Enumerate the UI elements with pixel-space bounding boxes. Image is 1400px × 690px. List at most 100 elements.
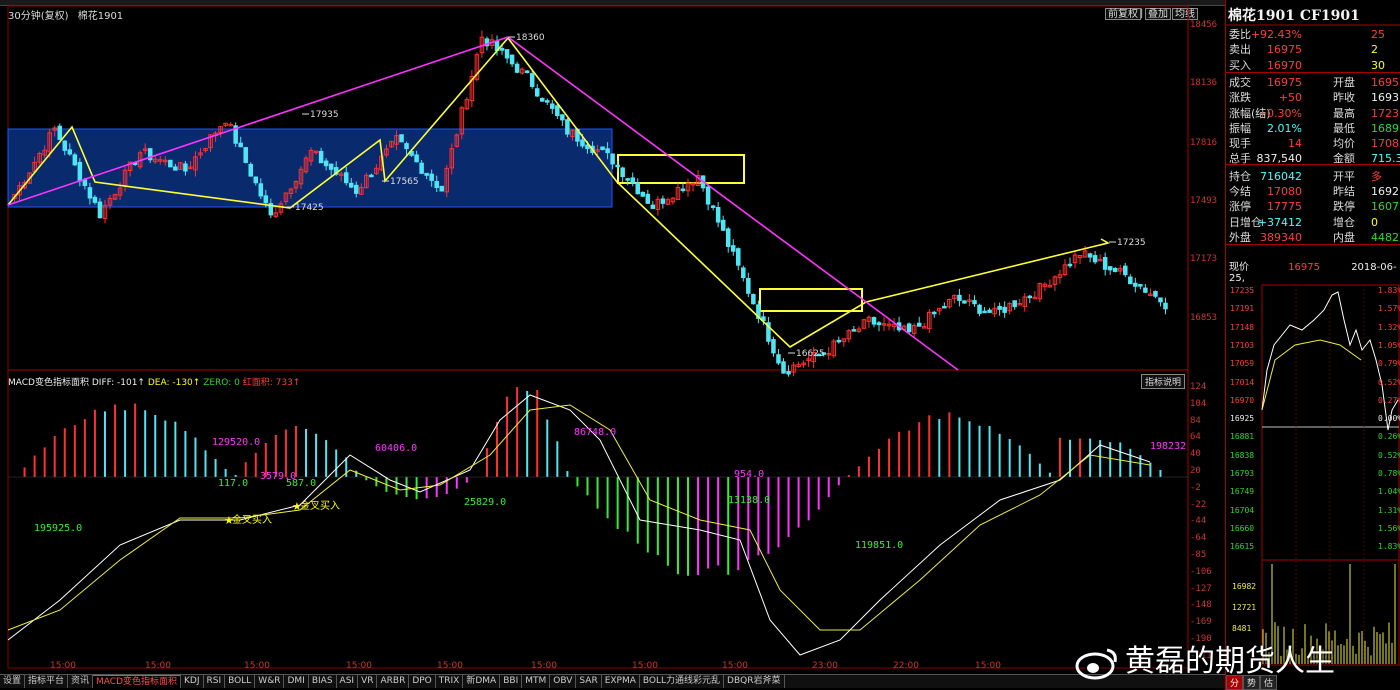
macd-axis-label: -106 [1190,566,1212,577]
price-axis-label: 18136 [1190,78,1218,88]
candle-body [524,70,530,74]
candle-body [349,182,354,188]
candle-body [786,370,791,375]
candle-body [57,125,63,140]
time-label: 15:00 [632,661,658,671]
candle-body [746,277,751,294]
candle-body [876,322,882,326]
candle-body [263,195,269,204]
candle-body [635,182,641,195]
indicator-tab[interactable]: RSI [204,675,226,688]
candle-body [1112,267,1118,272]
indicator-tab[interactable]: 新DMA [463,675,501,688]
indicator-tab[interactable]: DBQR岩斧菜 [724,675,785,688]
candle-body [1092,255,1098,263]
candle-body [580,139,585,147]
intraday-percent-label: 1.31% [1378,505,1400,515]
intraday-volume-label: 8481 [1232,624,1252,633]
candle-body [504,49,510,59]
indicator-tab[interactable]: OBV [550,675,577,688]
indicator-tab[interactable]: W&R [255,675,285,688]
candle-body [962,300,967,304]
candle-body [916,322,922,327]
intraday-price-label: 16660 [1230,523,1255,533]
indicator-tab[interactable]: 指标平台 [25,675,69,688]
intraday-price-label: 16925 [1230,414,1255,424]
time-label: 15:00 [722,661,748,671]
candle-body [1087,253,1093,258]
candle-body [600,146,605,151]
indicator-tab[interactable]: BOLL [225,675,256,688]
candle-body [650,204,656,209]
indicator-tab[interactable]: MACD变色指标面积 [93,675,182,688]
indicator-tab[interactable]: DPO [409,675,436,688]
candle-body [1107,266,1113,271]
indicator-tab[interactable]: EXPMA [602,675,640,688]
indicator-tab[interactable]: MTM [522,675,551,688]
price-axis-label: 17173 [1190,254,1218,264]
macd-axis-label: 84 [1190,415,1201,426]
kline-chart[interactable]: 18360 17935 17565 17425 17235 16625 129520.0 60… [0,0,1225,690]
area-label: 129520.0 [212,437,260,448]
area-label: 13138.0 [728,495,770,506]
intraday-percent-label: 1.32% [1378,322,1400,332]
area-label: 195925.0 [34,523,82,534]
macd-axis-label: -85 [1190,550,1207,560]
candle-body [741,267,746,279]
candle-body [529,73,535,87]
intraday-volume-label: 12721 [1232,603,1257,612]
candle-body [328,163,334,170]
indicator-tab[interactable]: 设置 [0,675,26,688]
intraday-price-label: 17148 [1230,322,1255,332]
candle-body [419,162,424,174]
price-label: 17425 [295,203,324,213]
candle-body [836,339,842,343]
intraday-percent-label: 1.04% [1378,487,1400,497]
range-box-mid [617,154,745,184]
indicator-tab[interactable]: VR [358,675,378,688]
indicator-tab[interactable]: SAR [576,675,602,688]
area-label: 25829.0 [464,497,506,508]
indicator-tab[interactable]: 资讯 [68,675,94,688]
intraday-price-label: 16615 [1230,542,1255,552]
candle-body [434,181,439,189]
intraday-percent-label: 0.27% [1378,395,1400,405]
time-label: 15:00 [437,661,463,671]
candle-body [555,105,560,117]
candle-body [610,153,615,165]
candle-body [248,163,253,177]
indicator-tab[interactable]: BIAS [309,675,337,688]
candle-body [605,148,610,154]
indicator-tab[interactable]: DMI [284,675,309,688]
intraday-price-label: 16749 [1230,487,1255,497]
candle-body [238,142,243,148]
candle-body [1133,282,1138,287]
intraday-percent-label: 1.83% [1378,286,1400,295]
indicator-tab[interactable]: KDJ [181,675,204,688]
indicator-tab[interactable]: TRIX [436,675,464,688]
candle-body [751,294,756,305]
time-label: 22:00 [893,661,919,671]
price-label: 16625 [796,349,825,359]
intraday-percent-label: 0.26% [1378,432,1400,442]
macd-axis-label: -148 [1190,600,1212,611]
indicator-tab[interactable]: BBI [500,675,523,688]
candle-body [92,196,98,203]
intraday-price-label: 16970 [1230,395,1255,405]
candle-body [509,54,515,65]
macd-axis-label: -64 [1190,533,1207,544]
macd-axis-label: 20 [1190,466,1201,476]
indicator-tab[interactable]: ARBR [377,675,410,688]
candle-body [1123,265,1128,276]
indicator-tab[interactable]: BOLL力通线彩元乱 [640,675,725,688]
candle-body [781,361,786,374]
macd-axis-label: 64 [1190,432,1201,443]
candle-body [680,188,686,192]
candle-body [715,206,721,223]
intraday-percent-label: 1.05% [1378,340,1400,350]
indicator-tab[interactable]: ASI [337,675,359,688]
indicator-help-button[interactable]: 指标说明 [1141,374,1186,389]
candle-body [942,305,947,309]
candle-body [499,48,505,51]
chart-frame [7,5,1189,669]
